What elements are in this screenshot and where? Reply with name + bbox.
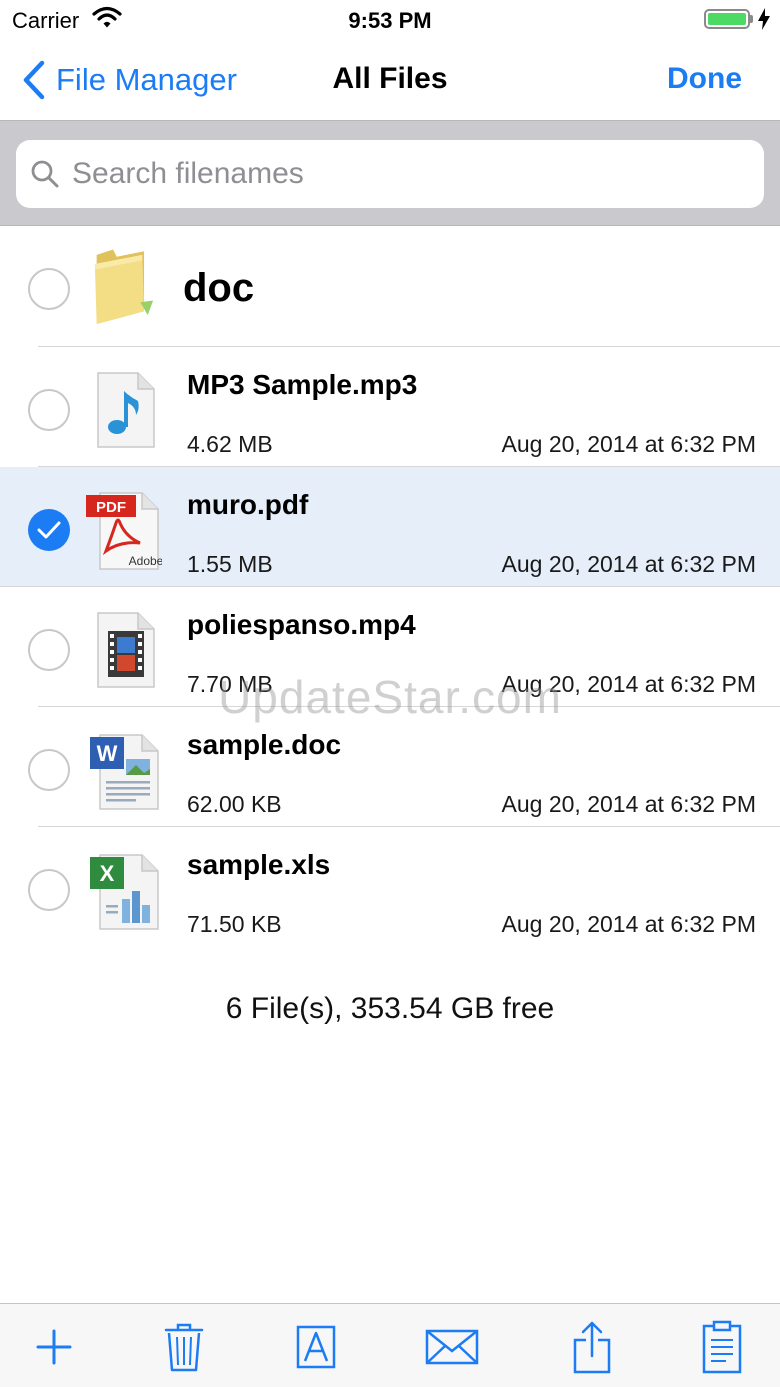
file-name: sample.xls: [187, 849, 331, 880]
paste-button[interactable]: [692, 1318, 752, 1376]
file-row[interactable]: PDF Adobe muro.pdf 1.55 MB Aug 20, 2014 …: [0, 467, 780, 587]
svg-text:X: X: [100, 861, 115, 886]
selection-radio[interactable]: [28, 749, 70, 791]
search-icon: [31, 160, 59, 188]
add-button[interactable]: [24, 1318, 84, 1376]
charging-icon: [758, 8, 770, 35]
folder-icon: [94, 249, 154, 325]
file-date: Aug 20, 2014 at 6:32 PM: [501, 551, 756, 577]
status-time: 9:53 PM: [348, 8, 432, 33]
add-icon: [36, 1329, 72, 1365]
trash-icon: [164, 1323, 204, 1372]
rename-button[interactable]: [286, 1318, 346, 1376]
audio-file-icon: [97, 372, 155, 448]
file-size: 62.00 KB: [187, 791, 282, 817]
battery-tip: [750, 15, 753, 23]
svg-text:PDF: PDF: [96, 499, 126, 516]
navigation-bar: File Manager All Files Done: [0, 40, 780, 120]
watermark-text: UpdateStar.com: [218, 671, 562, 723]
clipboard-icon: [702, 1320, 742, 1374]
storage-summary: 6 File(s), 353.54 GB free: [225, 992, 555, 1025]
file-row[interactable]: W sample.doc 62.00 KB Aug 20, 2014 at 6:…: [0, 707, 780, 827]
excel-file-icon: X: [90, 854, 159, 930]
delete-button[interactable]: [154, 1318, 214, 1376]
status-bar: Carrier 9:53 PM: [0, 0, 780, 40]
file-row[interactable]: X sample.xls 71.50 KB Aug 20, 2014 at 6:…: [0, 827, 780, 947]
svg-text:Adobe: Adobe: [129, 554, 162, 568]
search-field-container[interactable]: [16, 140, 764, 208]
selection-radio-checked[interactable]: [28, 509, 70, 551]
file-size: 1.55 MB: [187, 551, 273, 577]
svg-text:W: W: [97, 741, 118, 766]
selection-radio[interactable]: [28, 268, 70, 310]
file-date: Aug 20, 2014 at 6:32 PM: [501, 431, 756, 457]
file-date: Aug 20, 2014 at 6:32 PM: [501, 791, 756, 817]
page-title: All Files: [332, 62, 448, 95]
done-button[interactable]: Done: [667, 62, 742, 96]
folder-name: doc: [183, 266, 255, 310]
search-bar: [0, 120, 780, 226]
folder-row-doc[interactable]: doc: [0, 226, 780, 347]
pdf-file-icon: PDF Adobe: [86, 492, 162, 570]
share-button[interactable]: [562, 1318, 622, 1376]
rename-icon: [296, 1325, 336, 1369]
selection-radio[interactable]: [28, 629, 70, 671]
file-list: doc MP3 Sample.mp3 4.62 MB Aug 20, 2014 …: [0, 226, 780, 947]
battery-icon: [704, 9, 750, 29]
email-button[interactable]: [422, 1318, 482, 1376]
file-size: 71.50 KB: [187, 911, 282, 937]
share-icon: [573, 1321, 611, 1374]
selection-radio[interactable]: [28, 869, 70, 911]
selection-radio[interactable]: [28, 389, 70, 431]
word-file-icon: W: [90, 734, 159, 810]
search-input[interactable]: [72, 157, 712, 191]
file-name: poliespanso.mp4: [187, 609, 416, 640]
file-row[interactable]: MP3 Sample.mp3 4.62 MB Aug 20, 2014 at 6…: [0, 347, 780, 467]
file-name: muro.pdf: [187, 489, 309, 520]
file-size: 4.62 MB: [187, 431, 273, 457]
bottom-toolbar: [0, 1303, 780, 1387]
checkmark-icon: [37, 521, 61, 539]
file-date: Aug 20, 2014 at 6:32 PM: [501, 911, 756, 937]
file-name: MP3 Sample.mp3: [187, 369, 418, 400]
mail-icon: [425, 1329, 479, 1365]
file-name: sample.doc: [187, 729, 342, 760]
